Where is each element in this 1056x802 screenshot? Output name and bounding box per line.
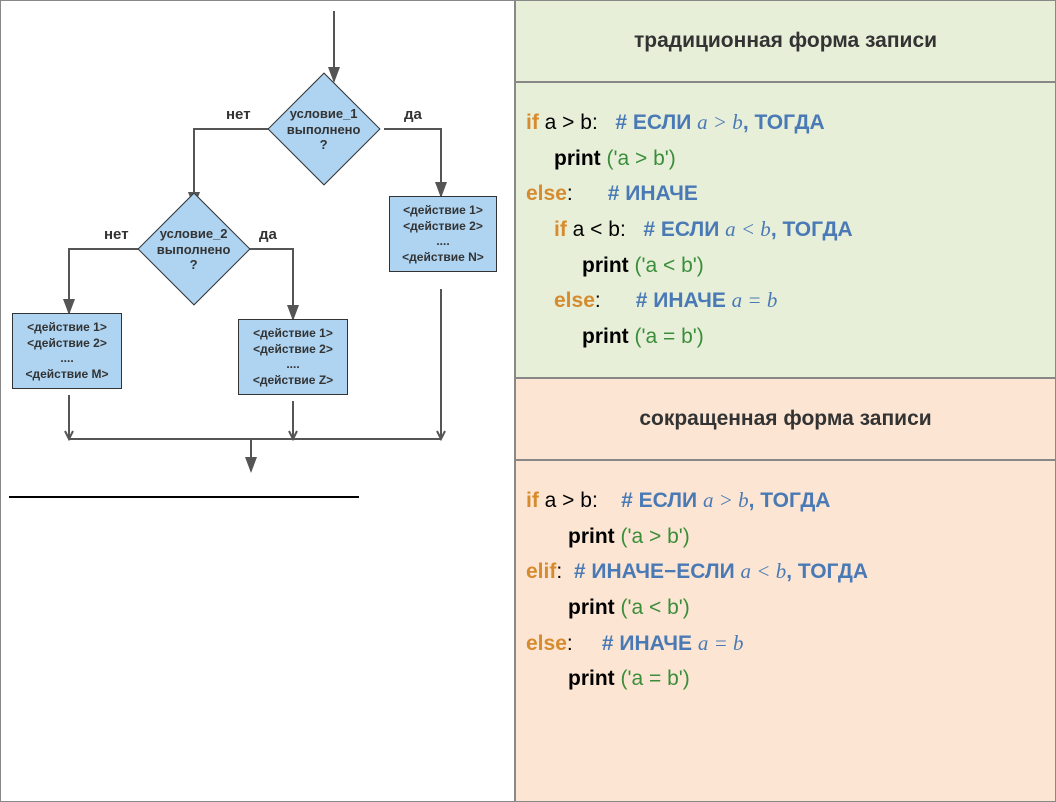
horizontal-rule [9, 496, 359, 498]
action-box-m: <действие 1> <действие 2> .... <действие… [12, 313, 122, 389]
trad-line-1: if a > b: # ЕСЛИ a > b, ТОГДА [526, 105, 1045, 141]
label-no-1: нет [226, 106, 251, 123]
action-box-n: <действие 1> <действие 2> .... <действие… [389, 196, 497, 272]
header-traditional: традиционная форма записи [515, 0, 1056, 82]
code-traditional: if a > b: # ЕСЛИ a > b, ТОГДА print ('a … [515, 82, 1056, 378]
short-line-5: else: # ИНАЧЕ a = b [526, 626, 1045, 662]
label-no-2: нет [104, 226, 129, 243]
diamond-2-text: условие_2 выполнено ? [157, 226, 231, 273]
diamond-1-text: условие_1 выполнено ? [287, 106, 361, 153]
short-line-4: print ('a < b') [526, 590, 1045, 626]
header-short: сокращенная форма записи [515, 378, 1056, 460]
flowchart: условие_1 выполнено ? нет да условие_2 в… [1, 1, 516, 481]
trad-line-2: print ('a > b') [526, 141, 1045, 177]
short-line-3: elif: # ИНАЧЕ−ЕСЛИ a < b, ТОГДА [526, 554, 1045, 590]
label-yes-1: да [404, 106, 422, 123]
flowchart-panel: условие_1 выполнено ? нет да условие_2 в… [0, 0, 515, 802]
code-panel: традиционная форма записи if a > b: # ЕС… [515, 0, 1056, 802]
short-line-6: print ('a = b') [526, 661, 1045, 697]
trad-line-7: print ('a = b') [526, 319, 1045, 355]
trad-line-6: else: # ИНАЧЕ a = b [526, 283, 1045, 319]
trad-line-3: else: # ИНАЧЕ [526, 176, 1045, 212]
code-short: if a > b: # ЕСЛИ a > b, ТОГДА print ('a … [515, 460, 1056, 802]
action-box-z: <действие 1> <действие 2> .... <действие… [238, 319, 348, 395]
trad-line-4: if a < b: # ЕСЛИ a < b, ТОГДА [526, 212, 1045, 248]
label-yes-2: да [259, 226, 277, 243]
short-line-1: if a > b: # ЕСЛИ a > b, ТОГДА [526, 483, 1045, 519]
main-container: условие_1 выполнено ? нет да условие_2 в… [0, 0, 1056, 802]
trad-line-5: print ('a < b') [526, 248, 1045, 284]
short-line-2: print ('a > b') [526, 519, 1045, 555]
